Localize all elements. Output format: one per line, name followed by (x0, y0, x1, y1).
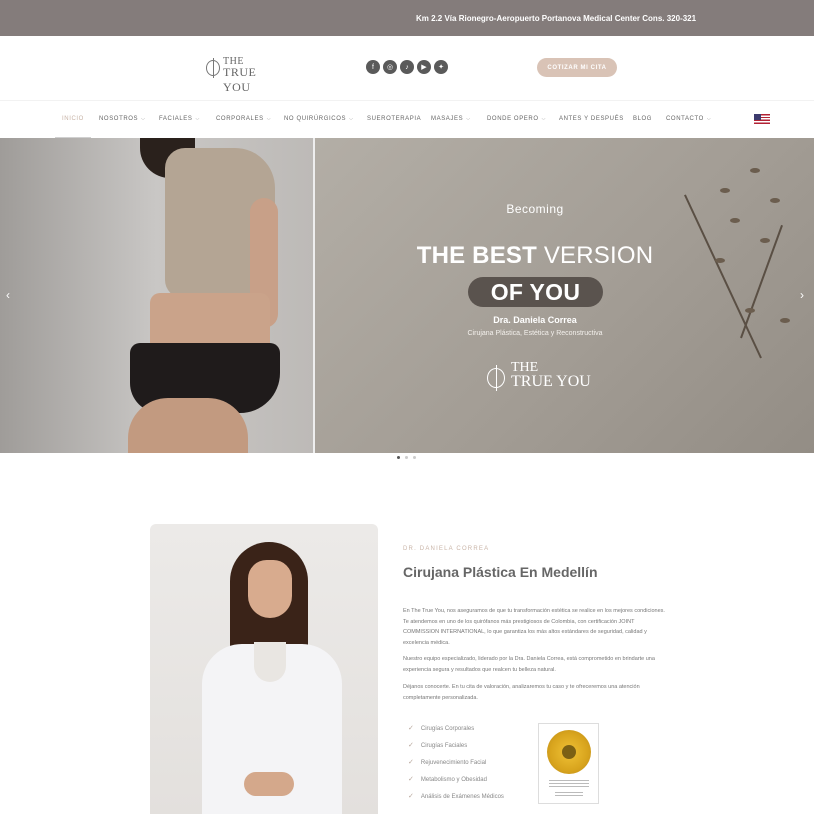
slider-dots (397, 456, 416, 459)
doctor-face (248, 560, 292, 618)
nav-item-donde-opero[interactable]: DONDE OPERO ⌵ (487, 116, 546, 122)
service-label: Análisis de Exámenes Médicos (420, 794, 504, 800)
doctor-shirt (254, 642, 286, 682)
nav-label: CORPORALES (216, 116, 264, 122)
nav-label: ANTES Y DESPUÉS (559, 116, 624, 122)
service-label: Metabolismo y Obesidad (420, 777, 487, 783)
youtube-icon[interactable]: ▶ (417, 60, 431, 74)
service-label: Cirugías Corporales (420, 726, 475, 732)
about-paragraph-2: Nuestro equipo especializado, liderado p… (403, 656, 655, 673)
chevron-down-icon: ⌵ (195, 116, 200, 122)
about-kicker: DR. DANIELA CORREA (403, 546, 490, 552)
quote-appointment-button[interactable]: COTIZAR MI CITA (537, 58, 617, 77)
slider-dot-3[interactable] (413, 456, 416, 459)
list-item: ✓ Metabolismo y Obesidad (408, 775, 487, 783)
us-flag-icon[interactable] (754, 114, 770, 124)
twitter-icon[interactable]: ✦ (434, 60, 448, 74)
chevron-down-icon: ⌵ (141, 116, 146, 122)
facebook-icon[interactable]: f (366, 60, 380, 74)
nav-label: FACIALES (159, 116, 193, 122)
check-icon: ✓ (408, 725, 414, 732)
logo-mark-icon (487, 365, 505, 391)
nav-item-nosotros[interactable]: NOSOTROS ⌵ (99, 116, 146, 122)
list-item: ✓ Rejuvenecimiento Facial (408, 758, 486, 766)
check-icon: ✓ (408, 759, 414, 766)
hero-slider: Becoming THE BEST VERSION OF YOU Dra. Da… (0, 138, 814, 453)
nav-item-contacto[interactable]: CONTACTO ⌵ (666, 116, 711, 122)
logo-mark-icon (206, 58, 220, 78)
hero-logo: THE TRUE YOU (487, 360, 597, 394)
chevron-down-icon: ⌵ (706, 116, 712, 122)
badge-fine-print (549, 780, 589, 788)
social-links: f ◎ ♪ ▶ ✦ (366, 60, 448, 74)
nav-item-masajes[interactable]: MASAJES ⌵ (431, 116, 471, 122)
list-item: ✓ Cirugías Faciales (408, 741, 467, 749)
hero-model-photo (0, 138, 313, 453)
slider-next-arrow-icon[interactable]: › (800, 288, 804, 302)
nav-label: BLOG (633, 116, 653, 122)
address-text: Km 2.2 Vía Rionegro-Aeropuerto Portanova… (416, 14, 697, 23)
nav-item-corporales[interactable]: CORPORALES ⌵ (216, 116, 271, 122)
main-nav: INICIO NOSOTROS ⌵ FACIALES ⌵ CORPORALES ⌵ N… (0, 100, 814, 139)
hero-headline-rest: VERSION (536, 242, 654, 269)
nav-item-inicio[interactable]: INICIO (62, 116, 84, 122)
list-item: ✓ Análisis de Exámenes Médicos (408, 792, 504, 800)
top-address-bar: Km 2.2 Vía Rionegro-Aeropuerto Portanova… (0, 0, 814, 36)
about-paragraph-1: En The True You, nos aseguramos de que t… (403, 608, 665, 646)
check-icon: ✓ (408, 776, 414, 783)
chevron-down-icon: ⌵ (349, 116, 354, 122)
hero-headline: THE BEST VERSION (315, 242, 755, 270)
model-leg (128, 398, 248, 453)
service-label: Cirugías Faciales (420, 743, 468, 749)
site-logo[interactable]: THE TRUE YOU (206, 56, 276, 94)
hero-doctor-name: Dra. Daniela Correa (493, 315, 577, 325)
slider-prev-arrow-icon[interactable]: ‹ (6, 288, 10, 302)
doctor-photo (150, 524, 378, 814)
nav-label: MASAJES (431, 116, 464, 122)
nav-label: NO QUIRÚRGICOS (284, 116, 347, 122)
check-icon: ✓ (408, 793, 414, 800)
nav-item-no-quirurgicos[interactable]: NO QUIRÚRGICOS ⌵ (284, 116, 353, 122)
hero-caption: Becoming THE BEST VERSION OF YOU Dra. Da… (315, 138, 755, 453)
check-icon: ✓ (408, 742, 414, 749)
nav-label: CONTACTO (666, 116, 704, 122)
nav-item-antes-despues[interactable]: ANTES Y DESPUÉS (559, 116, 624, 122)
hero-becoming: Becoming (506, 202, 564, 216)
hero-subtitle: Cirujana Plástica, Estética y Reconstruc… (467, 330, 603, 337)
gold-seal-icon (547, 730, 591, 774)
service-label: Rejuvenecimiento Facial (420, 760, 487, 766)
tiktok-icon[interactable]: ♪ (400, 60, 414, 74)
jci-accreditation-badge (538, 723, 599, 804)
nav-item-sueroterapia[interactable]: SUEROTERAPIA (367, 116, 421, 122)
chevron-down-icon: ⌵ (266, 116, 272, 122)
hero-pill: OF YOU (468, 277, 603, 307)
list-item: ✓ Cirugías Corporales (408, 724, 474, 732)
doctor-hands (244, 772, 294, 796)
nav-label: INICIO (62, 116, 84, 122)
nav-label: NOSOTROS (99, 116, 139, 122)
about-title: Cirujana Plástica En Medellín (403, 564, 598, 580)
hero-logo-line2: TRUE YOU (511, 373, 591, 390)
chevron-down-icon: ⌵ (466, 116, 471, 122)
hero-headline-bold: THE BEST (416, 242, 537, 269)
chevron-down-icon: ⌵ (541, 116, 546, 122)
nav-item-faciales[interactable]: FACIALES ⌵ (159, 116, 200, 122)
nav-item-blog[interactable]: BLOG (633, 116, 652, 122)
about-paragraph-3: Déjanos conocerte. En tu cita de valorac… (403, 684, 640, 701)
nav-label: SUEROTERAPIA (367, 116, 422, 122)
slider-dot-1[interactable] (397, 456, 400, 459)
nav-label: DONDE OPERO (487, 116, 539, 122)
slider-dot-2[interactable] (405, 456, 408, 459)
instagram-icon[interactable]: ◎ (383, 60, 397, 74)
logo-line2: TRUE YOU (223, 65, 257, 94)
badge-fine-print (555, 792, 583, 796)
site-header: THE TRUE YOU f ◎ ♪ ▶ ✦ COTIZAR MI CITA (0, 36, 814, 100)
